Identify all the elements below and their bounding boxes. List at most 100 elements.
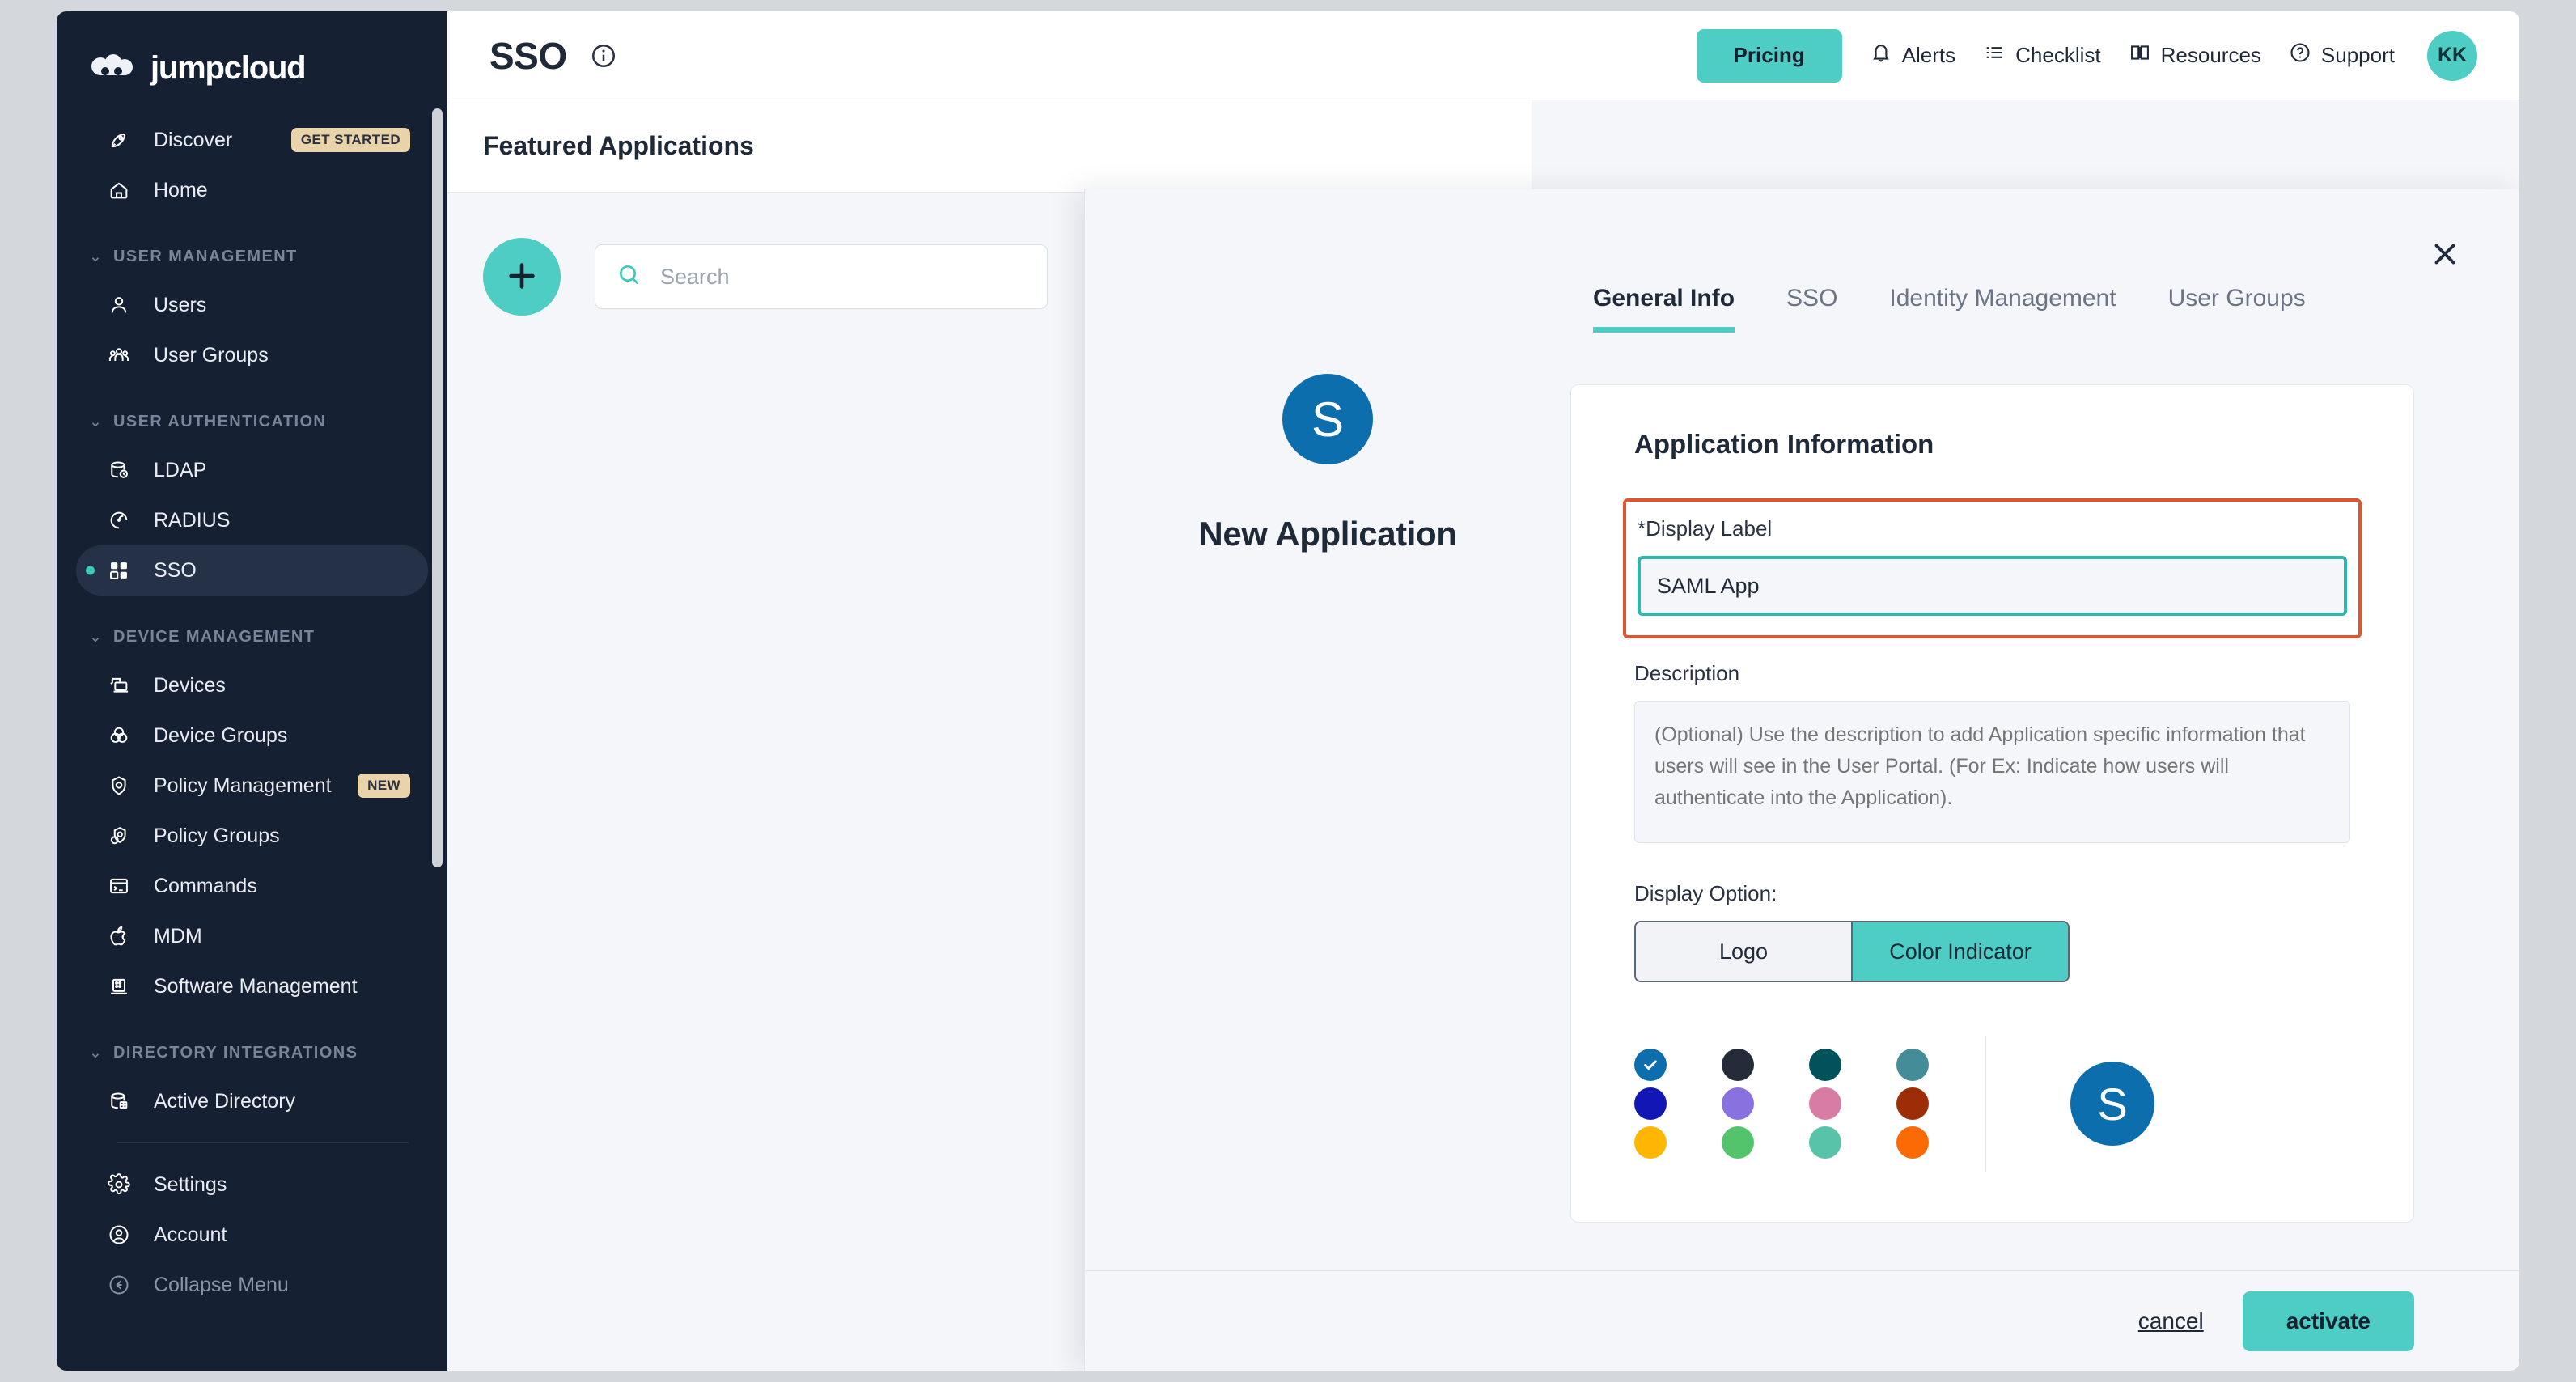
color-swatch[interactable]: [1809, 1087, 1841, 1120]
tab-identity-management[interactable]: Identity Management: [1889, 285, 2116, 333]
color-swatch[interactable]: [1634, 1087, 1667, 1120]
sidebar-item-mdm[interactable]: MDM: [76, 911, 428, 961]
color-swatch[interactable]: [1722, 1126, 1754, 1159]
user-icon: [105, 291, 133, 319]
sidebar-item-label: Users: [154, 294, 206, 317]
brand-logo[interactable]: jumpcloud: [57, 31, 447, 94]
database-clock-icon: [105, 456, 133, 484]
color-swatch[interactable]: [1722, 1049, 1754, 1081]
sidebar-item-collapse-menu[interactable]: Collapse Menu: [76, 1260, 428, 1310]
jumpcloud-console: jumpcloud Discover GET STARTED: [57, 11, 2519, 1371]
sidebar-section-device-management[interactable]: ⌄ DEVICE MANAGEMENT: [57, 613, 447, 660]
chevron-down-icon: ⌄: [89, 1045, 102, 1061]
sidebar-section-user-authentication[interactable]: ⌄ USER AUTHENTICATION: [57, 398, 447, 445]
sidebar-scrollbar[interactable]: [432, 108, 443, 867]
display-label-input[interactable]: [1638, 556, 2347, 616]
section-label: USER AUTHENTICATION: [113, 413, 326, 431]
bell-icon: [1870, 41, 1892, 70]
display-option-group: Display Option: Logo Color Indicator: [1634, 881, 2350, 982]
sidebar-item-label: Commands: [154, 875, 257, 898]
modal-content: General Info SSO Identity Management Use…: [1570, 285, 2519, 1270]
brand-name: jumpcloud: [150, 50, 305, 87]
apple-icon: [105, 922, 133, 950]
alerts-link[interactable]: Alerts: [1870, 41, 1955, 70]
collapse-arrow-icon: [105, 1271, 133, 1299]
section-divider: [1985, 1036, 1986, 1172]
tab-sso[interactable]: SSO: [1786, 285, 1837, 333]
sidebar-item-active-directory[interactable]: Active Directory: [76, 1076, 428, 1126]
user-avatar[interactable]: KK: [2427, 31, 2477, 81]
description-textarea[interactable]: [1634, 701, 2350, 843]
checklist-icon: [1983, 41, 2006, 70]
tab-user-groups[interactable]: User Groups: [2168, 285, 2306, 333]
sidebar-item-home[interactable]: Home: [76, 165, 428, 215]
close-modal-button[interactable]: [2421, 231, 2469, 280]
sidebar-item-radius[interactable]: RADIUS: [76, 495, 428, 545]
display-option-logo[interactable]: Logo: [1636, 922, 1851, 981]
section-label: DIRECTORY INTEGRATIONS: [113, 1044, 358, 1062]
checklist-link[interactable]: Checklist: [1983, 41, 2100, 70]
display-option-color-indicator[interactable]: Color Indicator: [1851, 922, 2068, 981]
sidebar-item-software-management[interactable]: Software Management: [76, 961, 428, 1011]
application-avatar: S: [1282, 374, 1373, 464]
sidebar-item-user-groups[interactable]: User Groups: [76, 330, 428, 380]
add-application-button[interactable]: [483, 238, 561, 316]
gear-icon: [105, 1171, 133, 1198]
sidebar-item-ldap[interactable]: LDAP: [76, 445, 428, 495]
color-swatch[interactable]: [1896, 1087, 1929, 1120]
activate-button[interactable]: activate: [2243, 1291, 2414, 1351]
cancel-button[interactable]: cancel: [2138, 1308, 2204, 1334]
color-swatch[interactable]: [1634, 1126, 1667, 1159]
grid-squares-icon: [105, 557, 133, 584]
sidebar-item-label: Device Groups: [154, 724, 287, 748]
sidebar-item-label: Settings: [154, 1173, 227, 1197]
radius-signal-icon: [105, 507, 133, 534]
resources-label: Resources: [2161, 43, 2261, 68]
main-area: SSO Pricing Alerts: [447, 11, 2519, 1371]
support-label: Support: [2321, 43, 2395, 68]
sidebar-item-policy-management[interactable]: Policy Management NEW: [76, 761, 428, 811]
chevron-down-icon: ⌄: [89, 249, 102, 265]
search-input[interactable]: Search: [595, 244, 1048, 309]
devices-icon: [105, 672, 133, 699]
application-name: New Application: [1198, 515, 1456, 553]
sidebar-item-devices[interactable]: Devices: [76, 660, 428, 710]
tab-general-info[interactable]: General Info: [1593, 285, 1735, 333]
sidebar-section-user-management[interactable]: ⌄ USER MANAGEMENT: [57, 233, 447, 280]
sidebar-item-settings[interactable]: Settings: [76, 1159, 428, 1210]
color-swatch[interactable]: [1809, 1126, 1841, 1159]
section-label: USER MANAGEMENT: [113, 248, 298, 266]
color-swatch-selected[interactable]: [1634, 1049, 1667, 1081]
color-indicator-section: S: [1634, 1036, 2350, 1172]
active-directory-icon: [105, 1087, 133, 1115]
sidebar-item-account[interactable]: Account: [76, 1210, 428, 1260]
color-swatch[interactable]: [1809, 1049, 1841, 1081]
description-label: Description: [1634, 661, 2350, 686]
sidebar-item-label: Active Directory: [154, 1090, 295, 1113]
resources-link[interactable]: Resources: [2129, 41, 2261, 70]
account-circle-icon: [105, 1221, 133, 1248]
sidebar-section-directory-integrations[interactable]: ⌄ DIRECTORY INTEGRATIONS: [57, 1029, 447, 1076]
sidebar: jumpcloud Discover GET STARTED: [57, 11, 447, 1371]
sidebar-item-label: User Groups: [154, 344, 269, 367]
sidebar-item-label: Discover: [154, 129, 232, 152]
color-swatch[interactable]: [1896, 1049, 1929, 1081]
modal-footer: cancel activate: [1085, 1270, 2519, 1371]
jumpcloud-cloud-icon: [89, 54, 139, 82]
support-link[interactable]: Support: [2289, 41, 2395, 70]
pricing-button[interactable]: Pricing: [1697, 29, 1842, 83]
info-circle-icon[interactable]: [590, 42, 617, 70]
sidebar-item-label: Home: [154, 179, 208, 202]
color-swatch[interactable]: [1722, 1087, 1754, 1120]
sidebar-item-policy-groups[interactable]: Policy Groups: [76, 811, 428, 861]
sidebar-item-users[interactable]: Users: [76, 280, 428, 330]
sidebar-item-device-groups[interactable]: Device Groups: [76, 710, 428, 761]
color-swatch[interactable]: [1896, 1126, 1929, 1159]
display-option-label: Display Option:: [1634, 881, 2350, 906]
user-group-icon: [105, 341, 133, 369]
sidebar-item-sso[interactable]: SSO: [76, 545, 428, 596]
sidebar-item-commands[interactable]: Commands: [76, 861, 428, 911]
panel-title: Application Information: [1634, 429, 2350, 460]
sidebar-item-discover[interactable]: Discover GET STARTED: [76, 115, 428, 165]
terminal-icon: [105, 872, 133, 900]
